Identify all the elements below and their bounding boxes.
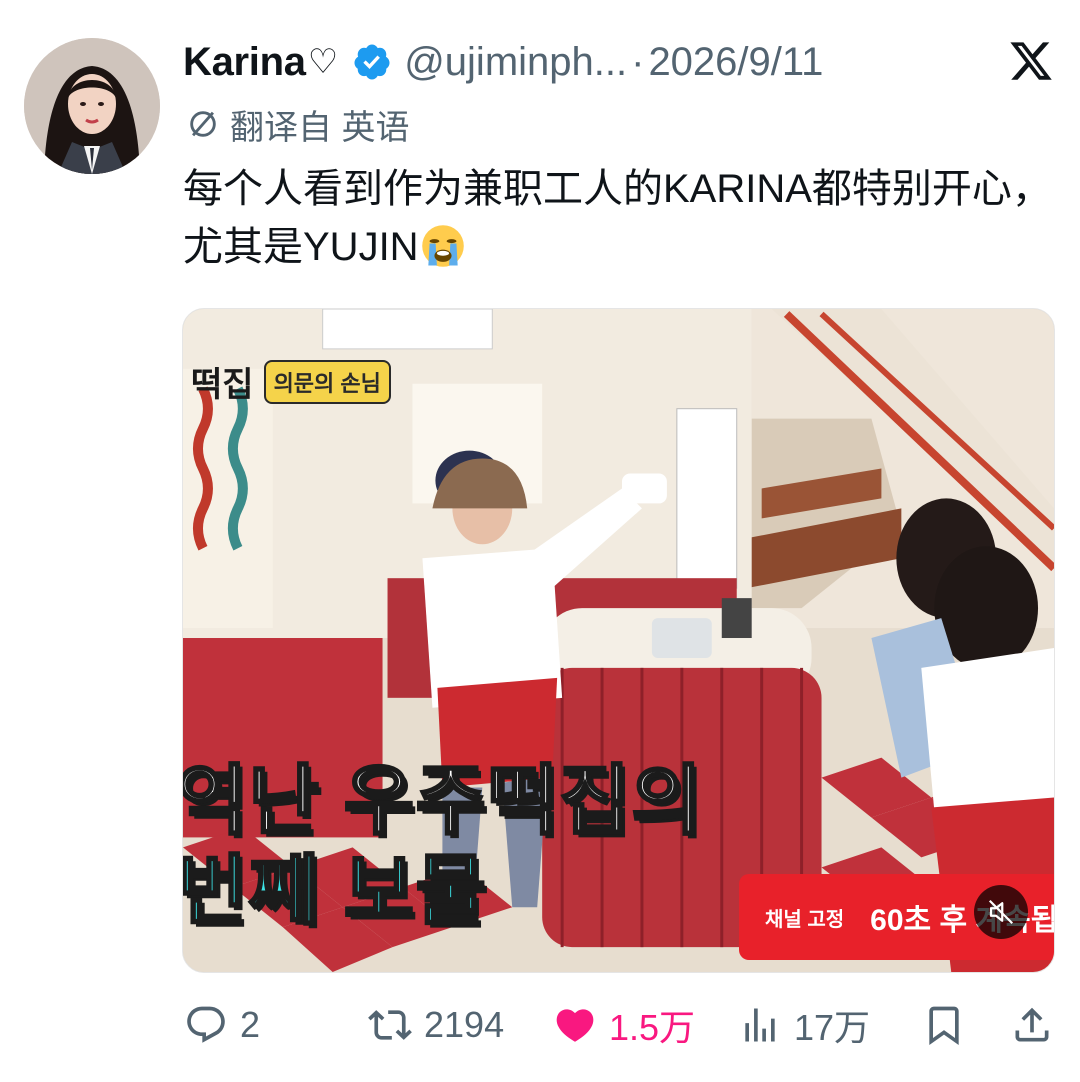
retweet-icon <box>368 1010 412 1040</box>
bookmark-icon <box>929 1006 959 1046</box>
bookmark-button[interactable] <box>922 992 978 1058</box>
views-button[interactable]: 17万 <box>738 992 870 1058</box>
verified-badge-icon <box>354 44 390 80</box>
tweet-header: Karina ♡ @ujiminph... · 2026/9/11 <box>183 38 1063 86</box>
muted-speaker-icon <box>988 899 1014 925</box>
share-button[interactable] <box>1010 992 1066 1058</box>
video-player[interactable]: 떡집 의문의 손님 역난 우주떡집의 번째 보물 채널 고정 60초 후 계속됩 <box>182 308 1055 973</box>
video-caption-line2: 번째 보물 <box>182 848 488 936</box>
banner-left-text: 채널 고정 <box>765 908 845 931</box>
author-name[interactable]: Karina <box>183 40 306 85</box>
video-overlay-title: 떡집 의문의 손님 <box>191 357 391 406</box>
author-name-suffix: ♡ <box>307 43 339 81</box>
tweet-body: 每个人看到作为兼职工人的KARINA都特别开心，尤其是YUJIN <box>183 160 1053 276</box>
author-avatar[interactable] <box>24 38 160 174</box>
like-count: 1.5万 <box>609 1007 696 1048</box>
retweet-count: 2194 <box>424 1004 505 1045</box>
reply-count: 2 <box>240 1004 261 1045</box>
translation-notice[interactable]: 翻译自 英语 <box>186 102 410 147</box>
overlay-title: 떡집 <box>191 366 254 404</box>
x-logo-icon <box>1010 42 1052 80</box>
tweet-text: 每个人看到作为兼职工人的KARINA都特别开心，尤其是YUJIN <box>183 167 1052 269</box>
mute-button[interactable] <box>974 885 1028 939</box>
views-count: 17万 <box>794 1007 871 1048</box>
translation-label: 翻译自 英语 <box>230 108 410 147</box>
heart-filled-icon <box>556 1009 594 1042</box>
tweet-actions: 2 2194 1.5万 17万 <box>0 992 1080 1058</box>
author-handle[interactable]: @ujiminph... <box>404 40 627 85</box>
tweet-date[interactable]: 2026/9/11 <box>648 40 823 85</box>
reply-icon <box>187 1006 225 1043</box>
reply-button[interactable]: 2 <box>184 992 260 1058</box>
views-icon <box>745 1008 775 1042</box>
loudly-crying-face-emoji <box>421 225 464 267</box>
like-button[interactable]: 1.5万 <box>553 992 695 1058</box>
translate-icon <box>190 111 216 137</box>
separator-dot: · <box>631 39 645 84</box>
retweet-button[interactable]: 2194 <box>368 992 504 1058</box>
share-icon <box>1015 1007 1049 1042</box>
overlay-tag: 의문의 손님 <box>263 359 391 404</box>
